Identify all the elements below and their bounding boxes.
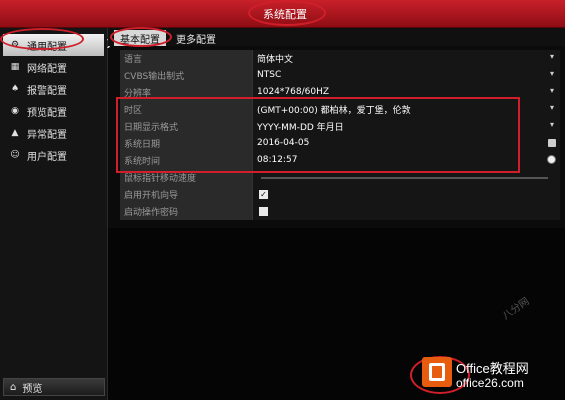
clock-icon[interactable] — [547, 154, 556, 164]
office-logo-icon — [422, 357, 452, 387]
setting-label: 启用开机向导 — [120, 185, 252, 203]
setting-value: NTSC — [257, 70, 282, 80]
setting-label: 日期显示格式 — [120, 117, 252, 135]
startup-wizard-checkbox[interactable]: ✓ — [259, 189, 268, 199]
sidebar-item-preview[interactable]: ◉ 预览配置 — [3, 100, 104, 122]
setting-value: YYYY-MM-DD 年月日 — [257, 122, 344, 133]
network-icon: ▦ — [10, 62, 20, 72]
mouse-speed-slider[interactable] — [261, 176, 548, 179]
sidebar-item-label: 网络配置 — [27, 63, 67, 75]
tab-bar: 基本配置 更多配置 — [108, 28, 565, 46]
timezone-dropdown[interactable]: (GMT+00:00) 都柏林，爱丁堡，伦敦 ▾ — [252, 100, 560, 118]
date-format-dropdown[interactable]: YYYY-MM-DD 年月日 ▾ — [252, 117, 560, 135]
setting-row-startup-password: 启动操作密码 — [120, 202, 560, 220]
preview-button[interactable]: ⌂ 预览 — [3, 378, 105, 396]
language-dropdown[interactable]: 简体中文 ▾ — [252, 49, 560, 67]
chevron-down-icon: ▾ — [549, 102, 554, 112]
watermark-brand: Office教程网 — [456, 361, 529, 376]
setting-row-system-time: 系统时间 08:12:57 — [120, 151, 560, 169]
resolution-dropdown[interactable]: 1024*768/60HZ ▾ — [252, 83, 560, 101]
sidebar-item-exception[interactable]: ▲ 异常配置 — [3, 122, 104, 144]
settings-icon: ⚙ — [10, 40, 20, 50]
chevron-down-icon: ▾ — [549, 119, 554, 129]
chevron-down-icon: ▾ — [549, 68, 554, 78]
setting-row-language: 语言 简体中文 ▾ — [120, 49, 560, 67]
setting-value: 08:12:57 — [257, 155, 298, 165]
setting-row-timezone: 时区 (GMT+00:00) 都柏林，爱丁堡，伦敦 ▾ — [120, 100, 560, 118]
sidebar-item-label: 报警配置 — [27, 85, 67, 97]
chevron-down-icon: ▾ — [549, 85, 554, 95]
alarm-icon: ♠ — [10, 84, 20, 94]
setting-label: 鼠标指针移动速度 — [120, 168, 252, 186]
warning-icon: ▲ — [11, 128, 19, 138]
setting-row-date-format: 日期显示格式 YYYY-MM-DD 年月日 ▾ — [120, 117, 560, 135]
calendar-icon[interactable] — [548, 138, 556, 147]
preview-button-label: 预览 — [22, 383, 43, 395]
tab-basic-config[interactable]: 基本配置 — [114, 30, 166, 46]
setting-label: 启动操作密码 — [120, 202, 252, 220]
system-time-field[interactable]: 08:12:57 — [252, 151, 560, 169]
startup-wizard-control: ✓ — [252, 185, 560, 203]
sidebar-item-alarm[interactable]: ♠ 报警配置 — [3, 78, 104, 100]
tab-more-config[interactable]: 更多配置 — [170, 30, 222, 46]
setting-value: (GMT+00:00) 都柏林，爱丁堡，伦敦 — [257, 105, 411, 116]
setting-row-startup-wizard: 启用开机向导 ✓ — [120, 185, 560, 203]
sidebar-item-label: 预览配置 — [27, 107, 67, 119]
sidebar-item-label: 异常配置 — [27, 129, 67, 141]
setting-value: 1024*768/60HZ — [257, 87, 329, 97]
setting-label: 分辨率 — [120, 83, 252, 101]
window-title: 系统配置 — [263, 8, 307, 21]
watermark-site: office26.com — [456, 376, 524, 390]
mouse-speed-control — [252, 168, 560, 186]
chevron-down-icon: ▾ — [549, 51, 554, 61]
title-bar: 系统配置 — [0, 0, 565, 28]
home-icon: ⌂ — [10, 381, 17, 393]
sidebar-item-label: 通用配置 — [27, 41, 67, 53]
setting-value: 2016-04-05 — [257, 138, 310, 148]
sidebar-item-users[interactable]: ☺ 用户配置 — [3, 144, 104, 166]
sidebar: ⚙ 通用配置 ❯ ▦ 网络配置 ♠ 报警配置 ◉ 预览配置 ▲ 异常配置 ☺ 用… — [0, 28, 113, 400]
startup-password-control — [252, 202, 560, 220]
setting-label: CVBS输出制式 — [120, 66, 252, 84]
setting-row-system-date: 系统日期 2016-04-05 — [120, 134, 560, 152]
setting-row-mouse-speed: 鼠标指针移动速度 — [120, 168, 560, 186]
system-date-field[interactable]: 2016-04-05 — [252, 134, 560, 152]
setting-row-cvbs: CVBS输出制式 NTSC ▾ — [120, 66, 560, 84]
preview-icon: ◉ — [11, 106, 19, 116]
sidebar-item-label: 用户配置 — [27, 151, 67, 163]
setting-value: 简体中文 — [257, 54, 294, 65]
setting-row-resolution: 分辨率 1024*768/60HZ ▾ — [120, 83, 560, 101]
sidebar-item-network[interactable]: ▦ 网络配置 — [3, 56, 104, 78]
users-icon: ☺ — [10, 150, 20, 160]
setting-label: 系统时间 — [120, 151, 252, 169]
settings-panel: 语言 简体中文 ▾ CVBS输出制式 NTSC ▾ 分辨率 1024*768/6… — [120, 49, 560, 225]
setting-label: 系统日期 — [120, 134, 252, 152]
cvbs-dropdown[interactable]: NTSC ▾ — [252, 66, 560, 84]
setting-label: 语言 — [120, 49, 252, 67]
setting-label: 时区 — [120, 100, 252, 118]
startup-password-checkbox[interactable] — [259, 206, 268, 216]
sidebar-item-general[interactable]: ⚙ 通用配置 ❯ — [3, 34, 113, 56]
